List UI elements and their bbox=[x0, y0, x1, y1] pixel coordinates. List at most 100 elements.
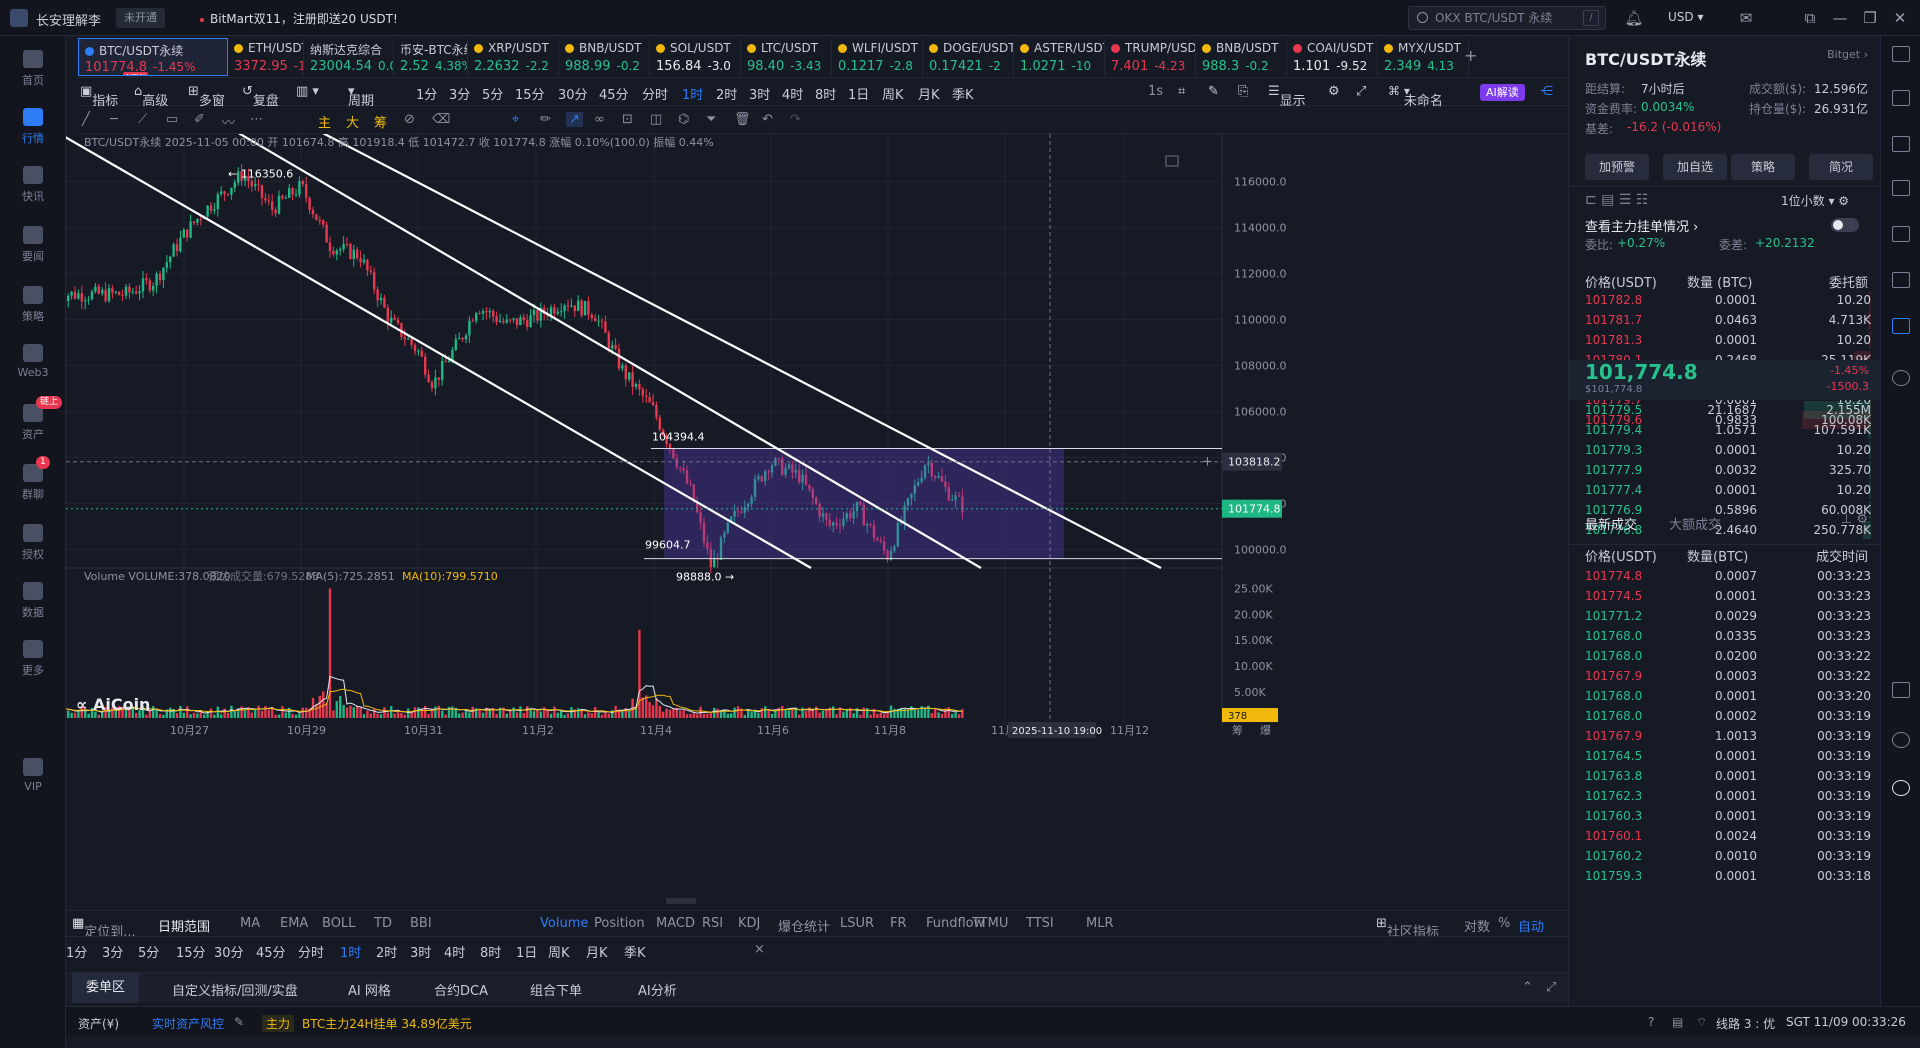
redo-icon[interactable]: ↷ bbox=[790, 112, 801, 127]
auto-scale-toggle[interactable]: 自动 bbox=[1518, 916, 1544, 935]
orderbook-row[interactable]: 101782.8 0.0001 10.20 bbox=[1585, 290, 1871, 310]
panel-symbol[interactable]: BTC/USDT永续 bbox=[1585, 46, 1706, 70]
ticker-tab[interactable]: 纳斯达克综合 23004.540.07 bbox=[304, 38, 394, 76]
ticker-tab[interactable]: LTC/USDT 98.40 -3.43 bbox=[741, 38, 832, 76]
risk-control-link[interactable]: 实时资产风控 bbox=[152, 1015, 224, 1032]
line-status[interactable]: 线路 3 : 优 bbox=[1716, 1015, 1775, 1032]
ticker-tab[interactable]: XRP/USDT 2.2632 -2.2 bbox=[468, 38, 559, 76]
nav-item-6[interactable]: 资产 链上 bbox=[0, 396, 66, 442]
bottom-timeframe-15[interactable]: 季K bbox=[624, 942, 646, 961]
restore-icon[interactable]: ❐ bbox=[1860, 8, 1880, 28]
bottom-timeframe-13[interactable]: 周K bbox=[548, 942, 570, 961]
indicator-tab-8[interactable]: RSI bbox=[702, 916, 723, 931]
big-order-toggle[interactable]: 大 bbox=[346, 112, 359, 131]
trash-icon[interactable]: 🗑︎ bbox=[734, 112, 751, 127]
indicators-button[interactable]: ▣ 指标 bbox=[80, 84, 118, 109]
add-alert-icon[interactable]: + bbox=[1202, 455, 1213, 470]
clipboard-icon[interactable]: ⎘ bbox=[1238, 84, 1248, 99]
nav-item-5[interactable]: Web3 bbox=[0, 344, 66, 379]
indicator-tab-15[interactable]: TTSI bbox=[1026, 916, 1054, 931]
corner-burst[interactable]: 爆 bbox=[1260, 723, 1271, 737]
timeframe-15[interactable]: 季K bbox=[952, 84, 974, 103]
main-orders-toggle[interactable] bbox=[1831, 218, 1859, 232]
layout-icon[interactable] bbox=[1892, 46, 1910, 62]
orderbook-row[interactable]: 101779.4 1.0571 107.591K bbox=[1585, 420, 1871, 440]
indicator-tab-14[interactable]: TTMU bbox=[972, 916, 1008, 931]
layout-select[interactable]: ⌘ 未命名 ▾ bbox=[1388, 84, 1443, 109]
orderbook-view-icons[interactable]: ⊏ ▤ ☰ ☷ bbox=[1585, 192, 1648, 208]
bottom-timeframe-6[interactable]: 分时 bbox=[298, 942, 324, 961]
trade-head-1[interactable]: 数量(BTC) bbox=[1687, 546, 1748, 565]
more-dots-icon[interactable]: ⋯ bbox=[250, 112, 263, 127]
tag-icon[interactable]: ⌬ bbox=[678, 112, 689, 127]
support-face-icon[interactable] bbox=[1892, 780, 1910, 796]
share-icon[interactable]: ⋲ bbox=[1540, 84, 1553, 99]
main-force-toggle[interactable]: 主 bbox=[318, 112, 331, 131]
chart-type-icon[interactable]: ▥ ▾ bbox=[296, 84, 319, 99]
filter-icon[interactable]: ⏷ bbox=[706, 112, 716, 127]
indicator-tab-6[interactable]: Position bbox=[594, 916, 645, 931]
help-icon[interactable]: ? bbox=[1648, 1015, 1654, 1029]
currency-select[interactable]: USD ▾ bbox=[1668, 10, 1703, 24]
bottom-timeframe-10[interactable]: 4时 bbox=[444, 942, 465, 961]
trend-icon[interactable] bbox=[1892, 180, 1910, 196]
exchange-name[interactable]: Bitget › bbox=[1827, 48, 1868, 61]
advanced-button[interactable]: ⌂ 高级 bbox=[134, 84, 168, 109]
timeframe-5[interactable]: 45分 bbox=[599, 84, 629, 103]
main-force-info[interactable]: BTC主力24H挂单 34.89亿美元 bbox=[302, 1015, 472, 1032]
nav-item-1[interactable]: 行情 bbox=[0, 108, 66, 146]
ray-icon[interactable]: ⟋ bbox=[138, 112, 147, 127]
ticker-tab[interactable]: SOL/USDT 156.84 -3.0 bbox=[650, 38, 741, 76]
add-ticker-icon[interactable]: + bbox=[1464, 46, 1477, 65]
timeframe-14[interactable]: 月K bbox=[918, 84, 940, 103]
orderbook-row[interactable]: 101779.5 21.1687 2.155M bbox=[1585, 400, 1871, 420]
log-scale-toggle[interactable]: 对数 bbox=[1464, 916, 1490, 935]
list-icon[interactable] bbox=[1892, 136, 1910, 152]
indicator-tab-5[interactable]: Volume bbox=[540, 916, 588, 931]
tab-latest-trades[interactable]: 最新成交 bbox=[1585, 514, 1637, 533]
nav-item-8[interactable]: 授权 bbox=[0, 524, 66, 562]
wave-icon[interactable]: 〰 bbox=[222, 112, 235, 131]
decimals-select[interactable]: 1位小数 ▾ ⚙ bbox=[1781, 192, 1849, 209]
locate-button[interactable]: ▦ 定位到... bbox=[72, 916, 136, 940]
rect-icon[interactable]: ▭ bbox=[166, 112, 178, 127]
ruler-icon[interactable]: ✏ bbox=[540, 112, 551, 127]
message-icon[interactable]: ▤ bbox=[1672, 1015, 1683, 1029]
order-tab-2[interactable]: AI 网格 bbox=[348, 980, 391, 999]
nav-item-3[interactable]: 要闻 bbox=[0, 226, 66, 264]
percent-scale-toggle[interactable]: % bbox=[1498, 916, 1510, 931]
chart-area[interactable]: 116000.0 114000.0 112000.0 110000.0 108000.0… bbox=[56, 113, 1568, 904]
timeframe-3[interactable]: 15分 bbox=[515, 84, 545, 103]
bottom-timeframe-12[interactable]: 1日 bbox=[516, 942, 537, 961]
nav-item-10[interactable]: 更多 bbox=[0, 640, 66, 678]
orderbook-row[interactable]: 101781.7 0.0463 4.713K bbox=[1585, 310, 1871, 330]
hide-icon[interactable]: ◫ bbox=[650, 112, 662, 127]
bottom-timeframe-4[interactable]: 30分 bbox=[214, 942, 244, 961]
refresh-icon[interactable] bbox=[1892, 370, 1910, 386]
timeframe-7[interactable]: 1时 bbox=[682, 84, 703, 103]
minimize-icon[interactable]: — bbox=[1830, 8, 1850, 28]
bottom-timeframe-3[interactable]: 15分 bbox=[176, 942, 206, 961]
timeframe-8[interactable]: 2时 bbox=[716, 84, 737, 103]
orderbook-row[interactable]: 101781.3 0.0001 10.20 bbox=[1585, 330, 1871, 350]
ticker-tab[interactable]: COAI/USDT 1.101 -9.52 bbox=[1287, 38, 1378, 76]
orderbook-row[interactable]: 101777.4 0.0001 10.20 bbox=[1585, 480, 1871, 500]
account-status-pill[interactable]: 未开通 bbox=[116, 8, 165, 28]
indicator-tab-0[interactable]: MA bbox=[240, 916, 260, 931]
bottom-timeframe-0[interactable]: 1分 bbox=[66, 942, 87, 961]
magnet-icon[interactable]: ⊘ bbox=[404, 112, 415, 127]
orderbook-row[interactable]: 101777.9 0.0032 325.70 bbox=[1585, 460, 1871, 480]
draw-active-icon[interactable]: ↗ bbox=[566, 112, 583, 127]
pane-drag-handle[interactable] bbox=[666, 898, 696, 904]
nav-item-2[interactable]: 快讯 bbox=[0, 166, 66, 204]
ticker-tab[interactable]: BNB/USDT 988.99 -0.2 bbox=[559, 38, 650, 76]
ticker-tab[interactable]: BTC/USDT永续101774.8-1.45%NEW bbox=[78, 38, 228, 76]
indicator-tab-3[interactable]: TD bbox=[374, 916, 392, 931]
expand-icon[interactable]: ⤢ bbox=[1546, 980, 1556, 995]
display-button[interactable]: ☰ 显示 bbox=[1268, 84, 1306, 109]
bell-icon[interactable]: 🔔︎ bbox=[1624, 8, 1644, 28]
nav-item-9[interactable]: 数据 bbox=[0, 582, 66, 620]
tab-large-trades[interactable]: 大额成交 bbox=[1669, 514, 1721, 533]
community-indicators[interactable]: ⊞ 社区指标 bbox=[1376, 916, 1439, 940]
ai-interpret-button[interactable]: AI解读 bbox=[1480, 84, 1525, 101]
